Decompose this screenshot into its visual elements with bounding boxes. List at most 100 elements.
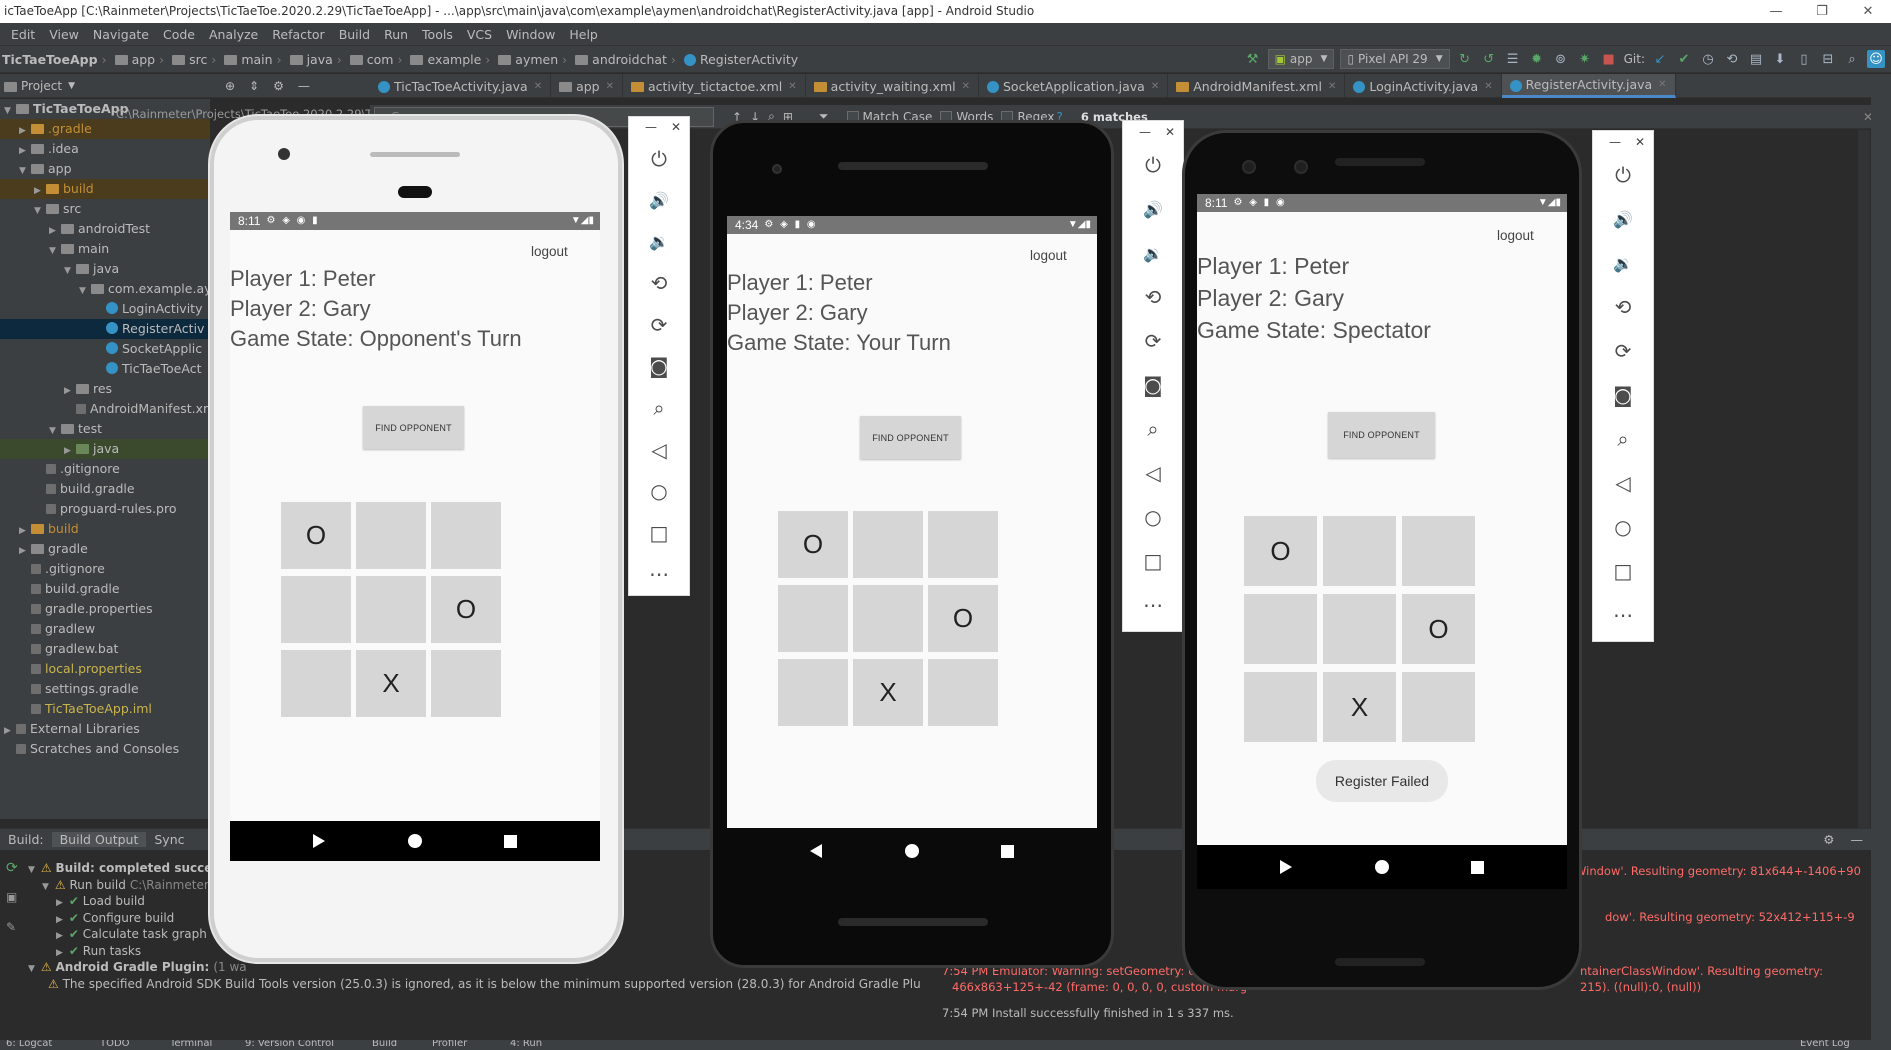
breadcrumb-item[interactable]: RegisterActivity <box>683 52 802 67</box>
board-cell[interactable] <box>431 650 501 717</box>
back-icon[interactable] <box>1279 860 1292 874</box>
chevron-down-icon[interactable]: ▼ <box>68 81 75 91</box>
expand-arrow-icon[interactable]: ▼ <box>34 201 46 221</box>
run-config-select[interactable]: ▣ app ▼ <box>1267 49 1335 69</box>
tree-item[interactable]: proguard-rules.pro <box>0 499 210 519</box>
expand-arrow-icon[interactable]: ▶ <box>4 721 16 741</box>
board-cell[interactable]: O <box>928 585 998 652</box>
back-icon[interactable] <box>312 834 325 848</box>
tree-item[interactable]: TicTaeToeApp.iml <box>0 699 210 719</box>
board-cell[interactable] <box>853 585 923 652</box>
rotate-right-icon[interactable]: ⟳ <box>1593 329 1653 373</box>
board-cell[interactable]: O <box>1244 516 1317 586</box>
board-cell[interactable] <box>778 659 848 726</box>
tree-item[interactable]: gradle.properties <box>0 599 210 619</box>
tree-item[interactable]: build.gradle <box>0 579 210 599</box>
tree-item[interactable]: Scratches and Consoles <box>0 739 210 759</box>
menu-refactor[interactable]: Refactor <box>265 27 331 42</box>
board-cell[interactable]: X <box>356 650 426 717</box>
logout-link[interactable]: logout <box>531 244 568 259</box>
menu-help[interactable]: Help <box>562 27 605 42</box>
breadcrumb-item[interactable]: androidchat › <box>575 52 684 67</box>
breadcrumb-item[interactable]: app › <box>114 52 173 67</box>
overview-icon[interactable]: □ <box>629 512 689 554</box>
tree-item[interactable]: ▶ gradle <box>0 539 210 559</box>
minimize-icon[interactable]: — <box>1609 135 1621 149</box>
menu-vcs[interactable]: VCS <box>460 27 499 42</box>
collapse-icon[interactable]: ⇕ <box>249 79 259 93</box>
sdk-manager-icon[interactable]: ⬇ <box>1771 50 1789 68</box>
more-icon[interactable]: ⋯ <box>629 553 689 595</box>
expand-arrow-icon[interactable]: ▶ <box>56 931 63 941</box>
tree-item[interactable]: ▼ main <box>0 239 210 259</box>
tree-item[interactable]: ▼ java <box>0 259 210 279</box>
menu-tools[interactable]: Tools <box>415 27 460 42</box>
build-tree-item[interactable]: ⚠ The specified Android SDK Build Tools … <box>42 976 921 992</box>
logout-link[interactable]: logout <box>1497 228 1534 243</box>
close-icon[interactable]: ✕ <box>1165 125 1175 139</box>
tree-item[interactable]: SocketApplic <box>0 339 210 359</box>
tree-item[interactable]: ▼ test <box>0 419 210 439</box>
build-tree-item[interactable]: ▶ ✔ Calculate task graph <box>56 926 207 942</box>
camera-icon[interactable]: ◙ <box>629 346 689 388</box>
editor-tab[interactable]: RegisterActivity.java ✕ <box>1501 74 1676 98</box>
tool-window-todo[interactable]: TODO <box>100 1040 130 1049</box>
build-output-tab[interactable]: Build Output <box>51 832 147 847</box>
profile-icon[interactable]: ⊚ <box>1552 50 1570 68</box>
build-tree-item[interactable]: ▶ ✔ Run tasks <box>56 943 141 959</box>
expand-arrow-icon[interactable]: ▶ <box>64 381 76 401</box>
home-icon[interactable]: ○ <box>629 470 689 512</box>
zoom-icon[interactable]: ⌕ <box>1593 417 1653 461</box>
editor-tab[interactable]: TicTacToeActivity.java ✕ <box>370 74 552 98</box>
build-tree-item[interactable]: ▶ ✔ Load build <box>56 893 145 909</box>
volume-down-icon[interactable]: 🔉 <box>1123 231 1183 275</box>
close-tab-icon[interactable]: ✕ <box>1484 81 1492 92</box>
expand-arrow-icon[interactable]: ▼ <box>28 964 35 974</box>
tree-item[interactable]: ▶ .idea <box>0 139 210 159</box>
expand-arrow-icon[interactable]: ▶ <box>56 915 63 925</box>
logout-link[interactable]: logout <box>1030 248 1067 263</box>
tree-item[interactable]: gradlew <box>0 619 210 639</box>
menu-analyze[interactable]: Analyze <box>202 27 265 42</box>
power-icon[interactable]: ⏻ <box>629 138 689 180</box>
menu-code[interactable]: Code <box>156 27 202 42</box>
home-icon[interactable]: ○ <box>1593 505 1653 549</box>
gear-icon[interactable]: ⚙ <box>273 79 284 93</box>
stop-icon[interactable]: ■ <box>1600 50 1618 68</box>
board-cell[interactable]: O <box>431 576 501 643</box>
gear-icon[interactable]: ⚙ <box>1815 832 1842 847</box>
tree-item[interactable]: local.properties <box>0 659 210 679</box>
back-icon[interactable]: ◁ <box>1593 461 1653 505</box>
expand-arrow-icon[interactable]: ▶ <box>56 948 63 958</box>
board-cell[interactable]: O <box>778 511 848 578</box>
overview-icon[interactable] <box>1001 844 1015 858</box>
zoom-icon[interactable]: ⌕ <box>629 387 689 429</box>
editor-tab[interactable]: LoginActivity.java ✕ <box>1345 74 1502 98</box>
rebuild-icon[interactable]: ⟳ <box>6 860 18 876</box>
overview-icon[interactable]: □ <box>1123 539 1183 583</box>
tree-item[interactable]: gradlew.bat <box>0 639 210 659</box>
rollback-icon[interactable]: ⟲ <box>1723 50 1741 68</box>
zoom-icon[interactable]: ⌕ <box>1123 407 1183 451</box>
maximize-button[interactable]: ❐ <box>1799 0 1845 23</box>
volume-up-icon[interactable]: 🔊 <box>1123 187 1183 231</box>
close-icon[interactable]: ✕ <box>671 120 681 134</box>
home-icon[interactable]: ○ <box>1123 495 1183 539</box>
tree-item[interactable]: AndroidManifest.xm <box>0 399 210 419</box>
layout-inspector-icon[interactable]: ⊟ <box>1819 50 1837 68</box>
apply-changes-icon[interactable]: ↻ <box>1456 50 1474 68</box>
tool-window-9-version-control[interactable]: 9: Version Control <box>245 1040 334 1049</box>
tool-window-4-run[interactable]: 4: Run <box>510 1040 542 1049</box>
board-cell[interactable] <box>1402 516 1475 586</box>
tree-item[interactable]: ▶ androidTest <box>0 219 210 239</box>
power-icon[interactable]: ⏻ <box>1593 153 1653 197</box>
menu-edit[interactable]: Edit <box>4 27 42 42</box>
breadcrumb-item[interactable]: src › <box>172 52 224 67</box>
volume-down-icon[interactable]: 🔉 <box>629 221 689 263</box>
tool-window-6-logcat[interactable]: 6: Logcat <box>6 1040 52 1049</box>
tree-item[interactable]: ▶ java <box>0 439 210 459</box>
history-icon[interactable]: ◷ <box>1699 50 1717 68</box>
board-cell[interactable] <box>356 576 426 643</box>
user-icon[interactable]: ☺ <box>1867 50 1885 68</box>
pin-icon[interactable]: ✎ <box>6 920 16 934</box>
